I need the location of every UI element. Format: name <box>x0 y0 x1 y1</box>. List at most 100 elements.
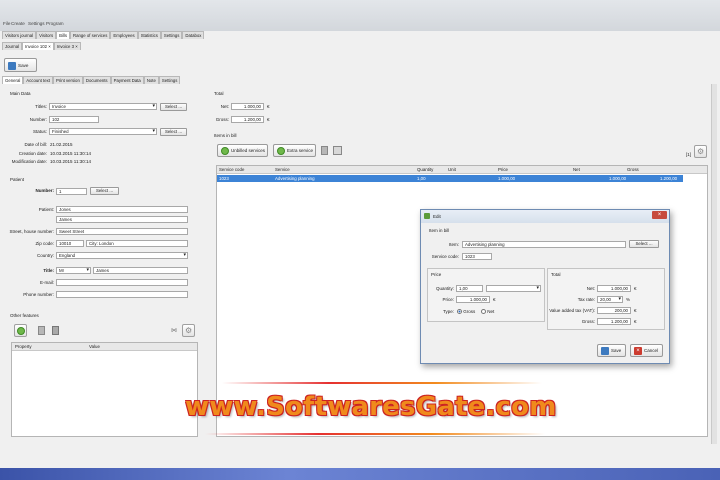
unit-select[interactable] <box>486 285 541 292</box>
items-settings-button[interactable]: ⚙ <box>694 145 707 158</box>
row-service: Advertising planning <box>275 176 315 181</box>
tab-section-settings[interactable]: Settings <box>158 76 181 84</box>
tab-account-text[interactable]: Account text <box>23 76 53 84</box>
dialog-save-button[interactable]: Save <box>597 344 626 357</box>
table-row[interactable]: 1023 Advertising planning 1,00 1.000,00 … <box>217 175 683 182</box>
dialog-net-label: Net: <box>586 286 595 291</box>
collapse-icon[interactable]: ⋈ <box>171 327 177 334</box>
save-icon <box>601 347 609 355</box>
tab-note[interactable]: Note <box>143 76 159 84</box>
gross-radio[interactable]: Gross <box>457 309 475 315</box>
dialog-save-label: Save <box>611 348 622 353</box>
patient-select-button[interactable]: Select ... <box>90 187 119 195</box>
creation-date-label: Creation date: <box>18 151 47 156</box>
doc-tab-invoice-3[interactable]: Invoice 3 × <box>53 42 81 50</box>
tab-general[interactable]: General <box>2 76 24 84</box>
vertical-scrollbar[interactable] <box>711 84 717 444</box>
patient-number-field[interactable]: 1 <box>56 188 87 195</box>
menu-file[interactable]: File <box>3 21 10 26</box>
city-field[interactable]: City: London <box>86 240 188 247</box>
tab-range-of-services[interactable]: Range of services <box>70 31 111 39</box>
edit-item-icon[interactable] <box>333 146 342 155</box>
column-service-code[interactable]: Service code <box>219 167 244 172</box>
menu-bar: File Create Settings Program <box>0 0 720 31</box>
tab-visitors[interactable]: Visitors <box>36 31 57 39</box>
title-select[interactable]: Mr <box>56 267 91 274</box>
dialog-total-heading: Total <box>551 272 561 277</box>
menu-settings[interactable]: Settings <box>28 21 45 26</box>
add-icon <box>221 147 229 155</box>
total-gross-currency: € <box>267 117 270 122</box>
dialog-cancel-button[interactable]: × Cancel <box>630 344 663 357</box>
delete-item-icon[interactable] <box>321 146 328 155</box>
column-quantity[interactable]: Quantity <box>417 167 433 172</box>
column-value[interactable]: Value <box>89 344 100 349</box>
patient-second-name-field[interactable]: James <box>56 216 188 223</box>
number-field[interactable]: 102 <box>49 116 99 123</box>
street-field[interactable]: Sweet Street <box>56 228 188 235</box>
status-select[interactable]: Finished <box>49 128 157 135</box>
column-property[interactable]: Property <box>15 344 32 349</box>
status-label: Status: <box>32 129 47 134</box>
menu-create[interactable]: Create <box>11 21 25 26</box>
tab-settings[interactable]: Settings <box>160 31 183 39</box>
tab-bills[interactable]: Bills <box>56 31 71 39</box>
menu-program[interactable]: Program <box>46 21 64 26</box>
title-name-field[interactable]: James <box>93 267 188 274</box>
price-field[interactable]: 1.000,00 <box>456 296 490 303</box>
patient-first-name-field[interactable]: Jones <box>56 206 188 213</box>
add-feature-button[interactable] <box>14 324 27 337</box>
patient-number-label: Number: <box>35 188 54 193</box>
column-unit[interactable]: Unit <box>448 167 456 172</box>
titles-select[interactable]: Invoice <box>49 103 157 110</box>
dialog-item-field[interactable]: Advertising planning <box>462 241 626 248</box>
phone-field[interactable] <box>56 291 188 298</box>
quantity-field[interactable]: 1,00 <box>456 285 483 292</box>
dialog-title: Edit <box>433 214 441 219</box>
dialog-select-button[interactable]: Select ... <box>629 240 659 248</box>
column-price[interactable]: Price <box>498 167 508 172</box>
modification-date-value: 10.03.2015 11:30:14 <box>50 159 91 164</box>
net-radio[interactable]: Net <box>481 309 494 315</box>
tab-payment-data[interactable]: Payment Data <box>110 76 144 84</box>
delete-icon[interactable] <box>52 326 59 335</box>
tab-visitors-journal[interactable]: Visitors journal <box>2 31 37 39</box>
save-button[interactable]: Save <box>4 58 37 72</box>
tax-rate-select[interactable]: 20,00 <box>597 296 623 303</box>
title-label: Title: <box>43 268 54 273</box>
tab-employees[interactable]: Employees <box>110 31 138 39</box>
doc-tab-invoice-102[interactable]: Invoice 102 × <box>22 42 54 50</box>
dialog-close-icon[interactable]: × <box>652 211 667 219</box>
extra-service-button[interactable]: Extra service <box>273 144 316 157</box>
close-icon[interactable]: × <box>75 44 78 49</box>
column-net[interactable]: Net <box>573 167 580 172</box>
row-price: 1.000,00 <box>498 176 516 181</box>
country-select[interactable]: England <box>56 252 188 259</box>
type-label: Type: <box>442 309 454 314</box>
column-service[interactable]: Service <box>275 167 290 172</box>
cancel-icon: × <box>634 347 642 355</box>
tab-print-version[interactable]: Print version <box>52 76 83 84</box>
extra-service-label: Extra service <box>287 148 314 153</box>
tab-statistics[interactable]: Statistics <box>137 31 161 39</box>
total-net-currency: € <box>267 104 270 109</box>
close-icon[interactable]: × <box>48 44 51 49</box>
row-quantity: 1,00 <box>417 176 426 181</box>
titles-select-button[interactable]: Select ... <box>160 103 187 111</box>
email-field[interactable] <box>56 279 188 286</box>
modification-date-label: Modification date: <box>11 159 47 164</box>
column-gross[interactable]: Gross <box>627 167 639 172</box>
dialog-code-field[interactable]: 1023 <box>462 253 492 260</box>
unbilled-services-button[interactable]: Unbilled services <box>217 144 268 157</box>
tab-databox[interactable]: Databox <box>182 31 205 39</box>
zip-field[interactable]: 10010 <box>56 240 84 247</box>
copy-icon[interactable] <box>38 326 45 335</box>
price-group: Price Quantity: 1,00 Price: 1.000,00 € T… <box>427 268 545 322</box>
status-select-button[interactable]: Select ... <box>160 128 187 136</box>
doc-tab-journal[interactable]: Journal <box>2 42 23 50</box>
add-icon <box>17 327 25 335</box>
dialog-net-value: 1.000,00 <box>597 285 631 292</box>
settings-button[interactable]: ⚙ <box>182 324 195 337</box>
date-of-bill-value: 21.02.2015 <box>50 142 73 147</box>
tab-documents[interactable]: Documents <box>82 76 111 84</box>
